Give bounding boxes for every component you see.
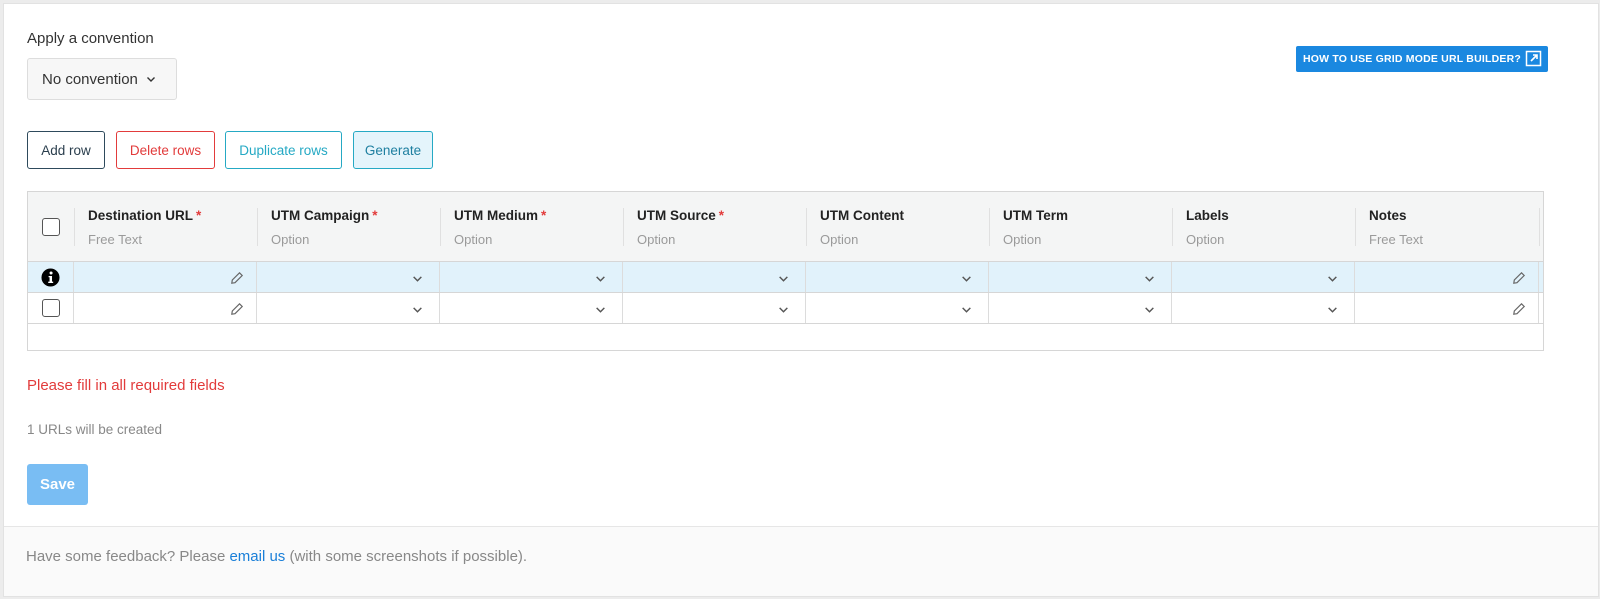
external-link-icon [1525, 50, 1542, 67]
column-header-utm-medium[interactable]: UTM Medium * Option [440, 192, 623, 262]
utm-source-cell[interactable] [623, 262, 806, 292]
select-all-checkbox[interactable] [42, 218, 60, 236]
utm-content-cell[interactable] [806, 262, 989, 292]
chevron-down-icon [596, 307, 605, 313]
duplicate-rows-button[interactable]: Duplicate rows [225, 131, 342, 169]
chevron-down-icon [962, 276, 971, 282]
grid-header: Destination URL * Free Text UTM Campaign *… [28, 192, 1543, 262]
utm-term-cell[interactable] [989, 293, 1172, 323]
table-row[interactable] [28, 262, 1543, 293]
add-row-button[interactable]: Add row [27, 131, 105, 169]
utm-content-cell[interactable] [806, 293, 989, 323]
labels-cell[interactable] [1172, 262, 1355, 292]
pencil-icon [231, 302, 244, 315]
url-grid: Destination URL * Free Text UTM Campaign *… [27, 191, 1544, 351]
column-title: Notes [1369, 208, 1407, 223]
column-type: Option [1003, 232, 1042, 247]
column-header-utm-term[interactable]: UTM Term Option [989, 192, 1172, 262]
delete-rows-button[interactable]: Delete rows [116, 131, 215, 169]
column-title: UTM Campaign [271, 208, 370, 223]
row-marker-cell [28, 262, 74, 292]
column-type: Free Text [1369, 232, 1423, 247]
validation-error: Please fill in all required fields [27, 377, 225, 394]
column-type: Option [820, 232, 859, 247]
column-header-destination-url[interactable]: Destination URL * Free Text [74, 192, 257, 262]
column-divider [1539, 208, 1540, 246]
column-header-utm-content[interactable]: UTM Content Option [806, 192, 989, 262]
utm-campaign-cell[interactable] [257, 293, 440, 323]
table-row[interactable] [28, 293, 1543, 324]
chevron-down-icon [413, 307, 422, 313]
grid-mode-help-button[interactable]: HOW TO USE GRID MODE URL BUILDER? [1296, 46, 1548, 72]
url-count: 1 URLs will be created [27, 422, 163, 437]
convention-select[interactable]: No convention [27, 58, 177, 100]
utm-term-cell[interactable] [989, 262, 1172, 292]
column-header-notes[interactable]: Notes Free Text [1355, 192, 1539, 262]
column-title: UTM Source [637, 208, 716, 223]
column-header-utm-campaign[interactable]: UTM Campaign * Option [257, 192, 440, 262]
required-marker: * [372, 208, 378, 223]
generate-button[interactable]: Generate [353, 131, 433, 169]
chevron-down-icon [413, 276, 422, 282]
chevron-down-icon [779, 276, 788, 282]
column-title: UTM Term [1003, 208, 1069, 223]
column-title: Labels [1186, 208, 1229, 223]
notes-cell[interactable] [1355, 262, 1539, 292]
feedback-prefix: Have some feedback? Please [26, 548, 230, 565]
chevron-down-icon [1145, 276, 1154, 282]
column-header-utm-source[interactable]: UTM Source * Option [623, 192, 806, 262]
info-icon [41, 268, 60, 287]
chevron-down-icon [596, 276, 605, 282]
destination-url-cell[interactable] [74, 262, 257, 292]
destination-url-cell[interactable] [74, 293, 257, 323]
column-header-labels[interactable]: Labels Option [1172, 192, 1355, 262]
feedback-footer: Have some feedback? Please email us (wit… [4, 526, 1598, 596]
help-button-label: HOW TO USE GRID MODE URL BUILDER? [1303, 53, 1521, 65]
pencil-icon [231, 271, 244, 284]
pencil-icon [1513, 271, 1526, 284]
row-checkbox[interactable] [42, 299, 60, 317]
utm-medium-cell[interactable] [440, 293, 623, 323]
chevron-down-icon [962, 307, 971, 313]
utm-campaign-cell[interactable] [257, 262, 440, 292]
utm-source-cell[interactable] [623, 293, 806, 323]
convention-label: Apply a convention [27, 30, 154, 47]
feedback-text: Have some feedback? Please email us (wit… [26, 548, 527, 565]
row-marker-cell [28, 293, 74, 323]
column-title: UTM Content [820, 208, 904, 223]
column-type: Option [271, 232, 310, 247]
feedback-suffix: (with some screenshots if possible). [285, 548, 528, 565]
notes-cell[interactable] [1355, 293, 1539, 323]
chevron-down-icon [1328, 276, 1337, 282]
url-builder-card: Apply a convention No convention HOW TO … [3, 3, 1599, 597]
column-title: UTM Medium [454, 208, 538, 223]
column-type: Option [637, 232, 676, 247]
chevron-down-icon [1145, 307, 1154, 313]
column-type: Free Text [88, 232, 142, 247]
column-type: Option [1186, 232, 1225, 247]
labels-cell[interactable] [1172, 293, 1355, 323]
chevron-down-icon [146, 77, 155, 82]
utm-medium-cell[interactable] [440, 262, 623, 292]
email-us-link[interactable]: email us [229, 548, 285, 565]
pencil-icon [1513, 302, 1526, 315]
save-button[interactable]: Save [27, 464, 88, 505]
chevron-down-icon [1328, 307, 1337, 313]
required-marker: * [196, 208, 202, 223]
column-type: Option [454, 232, 493, 247]
convention-selected-value: No convention [42, 70, 138, 88]
column-title: Destination URL [88, 208, 194, 223]
required-marker: * [541, 208, 547, 223]
chevron-down-icon [779, 307, 788, 313]
required-marker: * [718, 208, 725, 223]
